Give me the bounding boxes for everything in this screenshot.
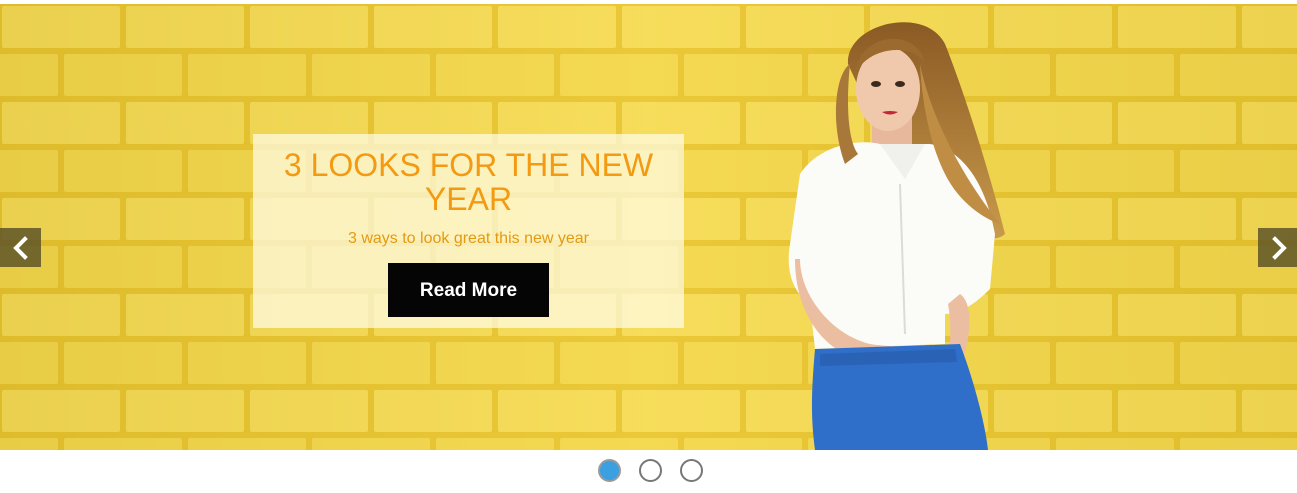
- slide-dot-2[interactable]: [638, 459, 662, 482]
- slide-dot-1[interactable]: [597, 459, 621, 482]
- chevron-right-icon: [1271, 235, 1287, 260]
- slide-title: 3 LOOKS FOR THE NEW YEAR: [283, 147, 654, 217]
- chevron-left-icon: [12, 235, 28, 260]
- slide-dot-3[interactable]: [679, 459, 703, 482]
- next-slide-button[interactable]: [1258, 228, 1297, 267]
- hero-slider: 3 LOOKS FOR THE NEW YEAR 3 ways to look …: [0, 4, 1297, 450]
- slide-subtitle: 3 ways to look great this new year: [347, 230, 589, 247]
- previous-slide-button[interactable]: [0, 228, 41, 267]
- read-more-button[interactable]: Read More: [388, 263, 549, 317]
- slide-caption: 3 LOOKS FOR THE NEW YEAR 3 ways to look …: [253, 134, 684, 328]
- slider-pagination: [0, 459, 1297, 482]
